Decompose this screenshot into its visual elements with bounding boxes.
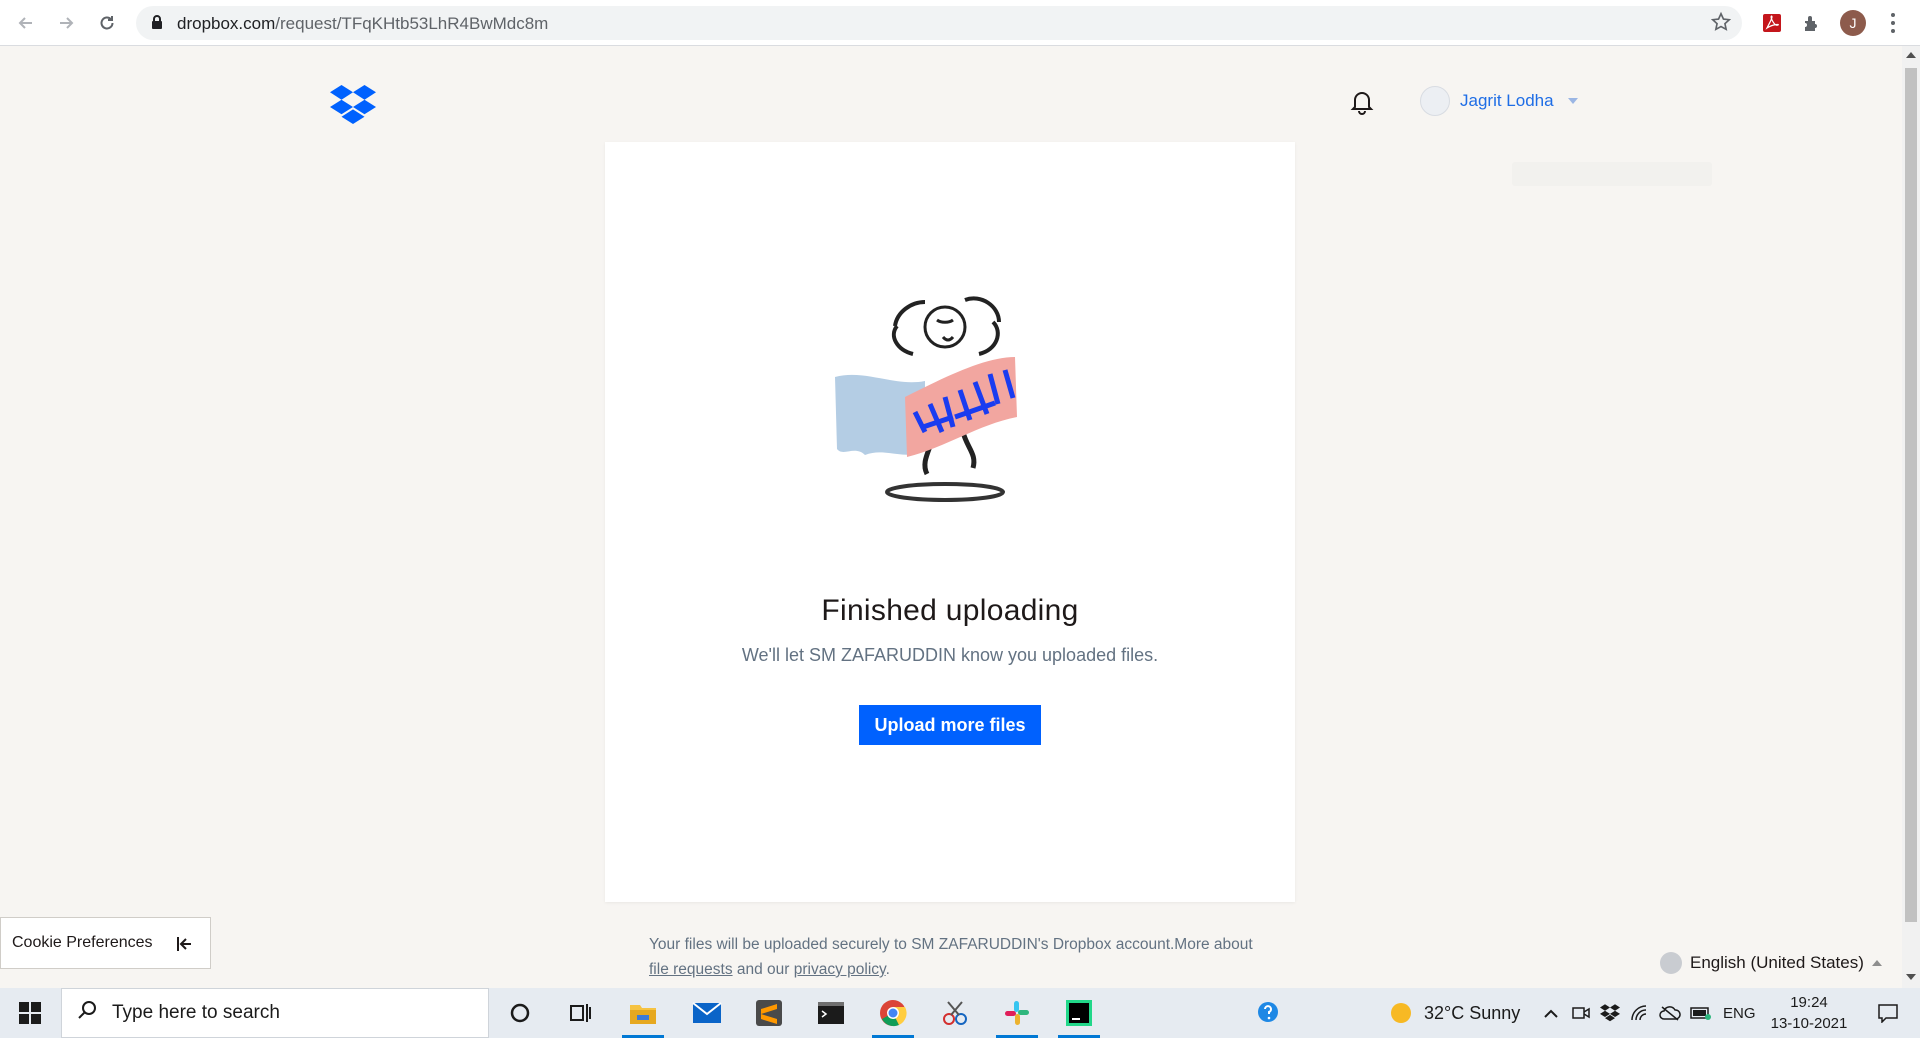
file-explorer-icon[interactable] — [616, 988, 670, 1038]
meet-now-icon[interactable] — [1568, 988, 1594, 1038]
terminal-icon[interactable] — [804, 988, 858, 1038]
notification-bell-icon[interactable] — [1348, 88, 1376, 121]
scroll-thumb[interactable] — [1905, 68, 1917, 922]
reload-icon[interactable] — [95, 11, 119, 35]
star-icon[interactable] — [1710, 11, 1732, 38]
slack-icon[interactable] — [990, 988, 1044, 1038]
notifications-icon[interactable] — [1866, 988, 1910, 1038]
faded-placeholder — [1512, 162, 1712, 186]
back-icon[interactable] — [14, 11, 38, 35]
wifi-icon[interactable] — [1627, 988, 1653, 1038]
more-menu-icon[interactable] — [1886, 11, 1900, 35]
page-title: Finished uploading — [821, 594, 1079, 627]
footer-note: Your files will be uploaded securely to … — [649, 936, 1253, 978]
dropbox-tray-icon[interactable] — [1597, 988, 1623, 1038]
url-text[interactable]: dropbox.com/request/TFqKHtb53LhR4BwMdc8m — [177, 14, 548, 34]
profile-avatar[interactable]: J — [1840, 10, 1866, 36]
upload-complete-card: Finished uploading We'll let SM ZAFARUDD… — [605, 142, 1295, 902]
globe-icon — [1660, 952, 1682, 974]
mail-icon[interactable] — [680, 988, 734, 1038]
help-icon[interactable] — [1246, 988, 1292, 1038]
extensions-icon[interactable] — [1800, 11, 1824, 35]
sublime-text-icon[interactable] — [742, 988, 796, 1038]
avatar — [1420, 86, 1450, 116]
pdf-extension-icon[interactable] — [1760, 11, 1784, 35]
collapse-left-icon[interactable] — [175, 934, 195, 959]
language-label[interactable]: English (United States) — [1690, 953, 1864, 973]
account-menu[interactable]: Jagrit Lodha — [1420, 86, 1578, 116]
taskbar-search-input[interactable]: Type here to search — [61, 988, 489, 1038]
cookie-preferences-label[interactable]: Cookie Preferences — [12, 934, 153, 952]
lock-icon — [150, 14, 164, 35]
scroll-up-arrow-icon[interactable] — [1906, 52, 1916, 58]
sun-weather-icon[interactable] — [1386, 988, 1416, 1038]
cortana-icon[interactable] — [494, 988, 546, 1038]
chevron-up-icon — [1871, 960, 1882, 966]
pycharm-icon[interactable] — [1052, 988, 1106, 1038]
search-icon — [76, 999, 98, 1027]
search-placeholder: Type here to search — [112, 1002, 280, 1023]
forward-icon[interactable] — [54, 11, 78, 35]
battery-icon[interactable] — [1688, 988, 1714, 1038]
input-language[interactable]: ENG — [1723, 988, 1756, 1038]
snipping-tool-icon[interactable] — [928, 988, 982, 1038]
browser-toolbar: dropbox.com/request/TFqKHtb53LhR4BwMdc8m… — [0, 0, 1920, 46]
privacy-policy-link[interactable]: privacy policy — [794, 961, 886, 978]
task-view-icon[interactable] — [554, 988, 606, 1038]
clock-date: 13-10-2021 — [1770, 1015, 1848, 1032]
user-name[interactable]: Jagrit Lodha — [1460, 91, 1554, 111]
scroll-down-arrow-icon[interactable] — [1906, 974, 1916, 980]
windows-start-icon[interactable] — [0, 988, 60, 1038]
windows-taskbar: Type here to search 32°C Sunny ENG 19:24… — [0, 988, 1920, 1038]
weather-text[interactable]: 32°C Sunny — [1424, 988, 1520, 1038]
cookie-preferences-panel[interactable]: Cookie Preferences — [0, 917, 211, 969]
onedrive-icon[interactable] — [1657, 988, 1683, 1038]
system-clock[interactable]: 19:24 13-10-2021 — [1764, 992, 1854, 1034]
chrome-icon[interactable] — [866, 988, 920, 1038]
upload-more-files-button[interactable]: Upload more files — [859, 705, 1041, 745]
chevron-up-icon[interactable] — [1538, 988, 1564, 1038]
confirmation-message: We'll let SM ZAFARUDDIN know you uploade… — [741, 645, 1159, 665]
chevron-down-icon — [1567, 98, 1578, 104]
clock-time: 19:24 — [1790, 994, 1828, 1011]
language-selector[interactable]: English (United States) — [1660, 952, 1882, 974]
file-requests-link[interactable]: file requests — [649, 961, 733, 978]
celebration-illustration — [835, 282, 1065, 527]
dropbox-logo-icon[interactable] — [330, 85, 376, 130]
